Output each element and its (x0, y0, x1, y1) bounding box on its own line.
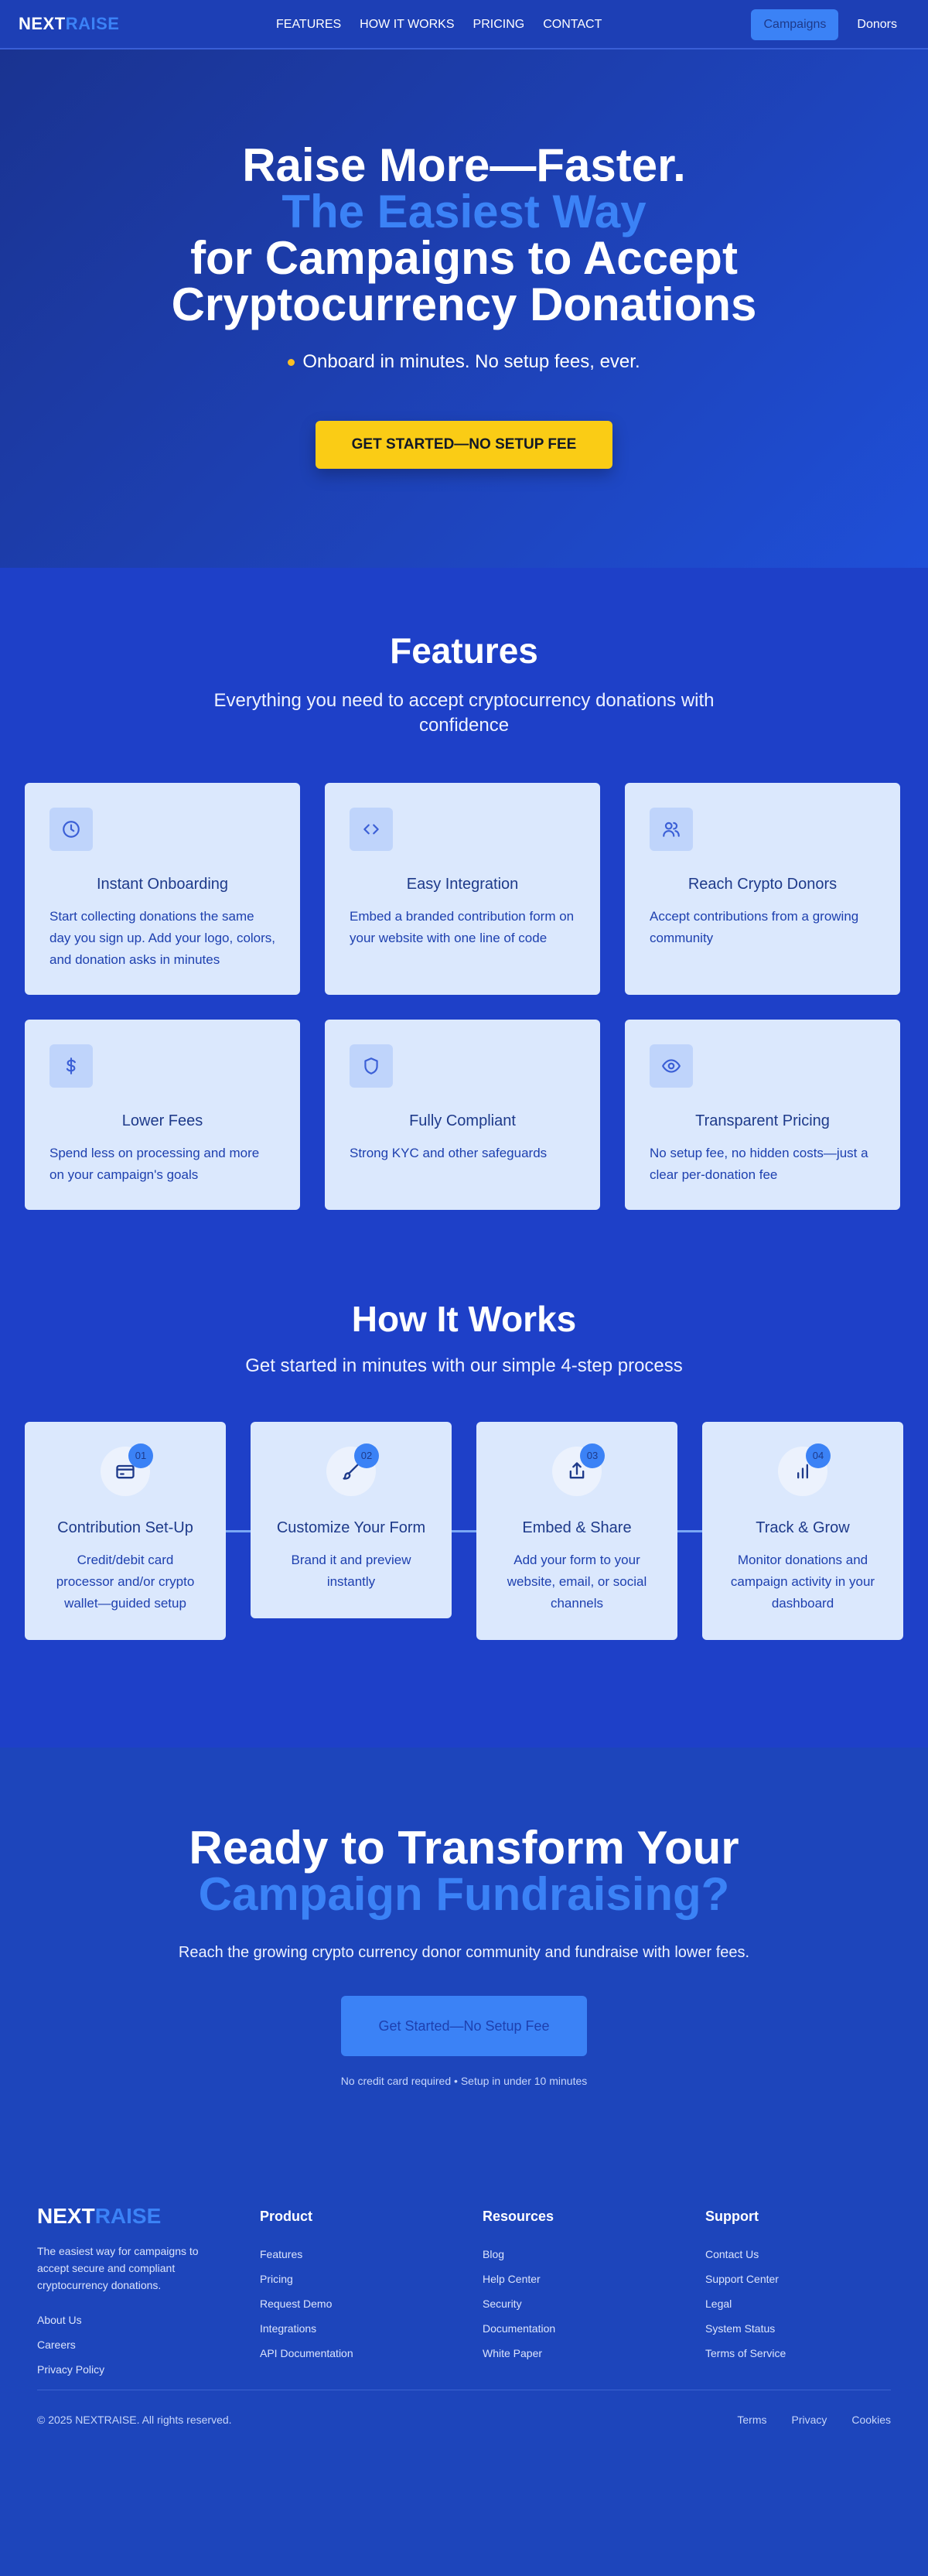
footer-link-privacy-policy[interactable]: Privacy Policy (37, 2363, 260, 2376)
footer-link-documentation[interactable]: Documentation (483, 2322, 705, 2335)
footer-link-cookies[interactable]: Cookies (851, 2414, 891, 2426)
footer-legal-links: Terms Privacy Cookies (737, 2414, 891, 2426)
feature-card-fully-compliant: Fully Compliant Strong KYC and other saf… (325, 1020, 600, 1210)
shield-icon (350, 1044, 393, 1088)
features-title: Features (390, 630, 538, 671)
nav-link-features[interactable]: FEATURES (276, 18, 341, 32)
footer-link-contact-us[interactable]: Contact Us (705, 2248, 928, 2260)
footer-link-request-demo[interactable]: Request Demo (260, 2298, 483, 2310)
step-card-contribution-setup: 01 Contribution Set-Up Credit/debit card… (25, 1422, 226, 1640)
footer-link-blog[interactable]: Blog (483, 2248, 705, 2260)
step-card-embed-share: 03 Embed & Share Add your form to your w… (476, 1422, 677, 1640)
hero-section: Raise More—Faster. The Easiest Way for C… (0, 50, 928, 568)
step-number-badge: 03 (580, 1443, 605, 1468)
footer-link-security[interactable]: Security (483, 2298, 705, 2310)
nav-link-how-it-works[interactable]: HOW IT WORKS (360, 18, 454, 32)
clock-icon (49, 808, 93, 851)
footer-logo[interactable]: NEXTRAISE (37, 2204, 260, 2229)
footer-link-about-us[interactable]: About Us (37, 2314, 260, 2326)
donors-button[interactable]: Donors (857, 18, 909, 32)
footer-columns: NEXTRAISE The easiest way for campaigns … (37, 2204, 891, 2376)
feature-card-reach-crypto-donors: Reach Crypto Donors Accept contributions… (625, 783, 900, 995)
cta-note: No credit card required • Setup in under… (340, 2075, 588, 2087)
credit-card-icon: 01 (101, 1443, 153, 1496)
footer-link-features[interactable]: Features (260, 2248, 483, 2260)
footer-link-white-paper[interactable]: White Paper (483, 2347, 705, 2359)
how-it-works-section: How It Works Get started in minutes with… (0, 1242, 928, 1748)
hero-cta-button[interactable]: GET STARTED—NO SETUP FEE (316, 421, 612, 469)
footer-support-column: Support Contact Us Support Center Legal … (705, 2204, 928, 2376)
cta-title: Ready to Transform Your Campaign Fundrai… (189, 1822, 739, 1920)
footer-link-integrations[interactable]: Integrations (260, 2322, 483, 2335)
footer-link-api-docs[interactable]: API Documentation (260, 2347, 483, 2359)
step-card-track-grow: 04 Track & Grow Monitor donations and ca… (702, 1422, 903, 1640)
step-number-badge: 04 (806, 1443, 831, 1468)
features-subtitle: Everything you need to accept cryptocurr… (213, 690, 715, 736)
step-card-customize-form: 02 Customize Your Form Brand it and prev… (251, 1422, 452, 1618)
top-nav: NEXTRAISE FEATURES HOW IT WORKS PRICING … (0, 0, 928, 50)
footer-link-system-status[interactable]: System Status (705, 2322, 928, 2335)
code-icon (350, 808, 393, 851)
step-number-badge: 02 (354, 1443, 379, 1468)
footer-link-careers[interactable]: Careers (37, 2339, 260, 2351)
footer-link-terms-of-service[interactable]: Terms of Service (705, 2347, 928, 2359)
footer-heading-support: Support (705, 2209, 759, 2224)
feature-card-easy-integration: Easy Integration Embed a branded contrib… (325, 783, 600, 995)
footer-link-terms[interactable]: Terms (737, 2414, 766, 2426)
get-started-button[interactable]: Get Started—No Setup Fee (341, 1996, 587, 2056)
nav-actions: Campaigns Donors (751, 9, 909, 40)
brush-icon: 02 (326, 1443, 379, 1496)
nav-links: FEATURES HOW IT WORKS PRICING CONTACT (276, 0, 602, 50)
step-number-badge: 01 (128, 1443, 153, 1468)
footer: NEXTRAISE The easiest way for campaigns … (0, 2157, 928, 2576)
eye-icon (650, 1044, 693, 1088)
footer-about: The easiest way for campaigns to accept … (37, 2245, 199, 2291)
bar-chart-icon: 04 (778, 1443, 831, 1496)
users-icon (650, 808, 693, 851)
how-subtitle: Get started in minutes with our simple 4… (245, 1355, 683, 1376)
features-grid: Instant Onboarding Start collecting dona… (0, 783, 928, 1210)
nav-link-pricing[interactable]: PRICING (473, 18, 525, 32)
footer-link-legal[interactable]: Legal (705, 2298, 928, 2310)
footer-link-privacy[interactable]: Privacy (792, 2414, 827, 2426)
footer-link-help-center[interactable]: Help Center (483, 2273, 705, 2285)
hero-title: Raise More—Faster. The Easiest Way for C… (171, 139, 757, 330)
nav-link-contact[interactable]: CONTACT (543, 18, 602, 32)
features-section: Features Everything you need to accept c… (0, 568, 928, 1242)
bullet-dot-icon (288, 358, 295, 366)
footer-heading-resources: Resources (483, 2209, 554, 2224)
footer-brand-column: NEXTRAISE The easiest way for campaigns … (37, 2204, 260, 2376)
footer-resources-column: Resources Blog Help Center Security Docu… (483, 2204, 705, 2376)
hero-tagline: Onboard in minutes. No setup fees, ever. (0, 351, 928, 373)
footer-link-pricing[interactable]: Pricing (260, 2273, 483, 2285)
footer-link-support-center[interactable]: Support Center (705, 2273, 928, 2285)
cta-section: Ready to Transform Your Campaign Fundrai… (0, 1748, 928, 2157)
campaigns-button[interactable]: Campaigns (751, 9, 839, 40)
copyright: © 2025 NEXTRAISE. All rights reserved. (37, 2414, 232, 2426)
how-title: How It Works (351, 1299, 577, 1339)
dollar-icon (49, 1044, 93, 1088)
feature-card-lower-fees: Lower Fees Spend less on processing and … (25, 1020, 300, 1210)
feature-card-transparent-pricing: Transparent Pricing No setup fee, no hid… (625, 1020, 900, 1210)
steps-row: 01 Contribution Set-Up Credit/debit card… (0, 1422, 928, 1640)
feature-card-instant-onboarding: Instant Onboarding Start collecting dona… (25, 783, 300, 995)
footer-heading-product: Product (260, 2209, 313, 2224)
logo[interactable]: NEXTRAISE (19, 14, 119, 34)
cta-subtitle: Reach the growing crypto currency donor … (178, 1944, 750, 1961)
footer-product-column: Product Features Pricing Request Demo In… (260, 2204, 483, 2376)
share-icon: 03 (552, 1443, 605, 1496)
